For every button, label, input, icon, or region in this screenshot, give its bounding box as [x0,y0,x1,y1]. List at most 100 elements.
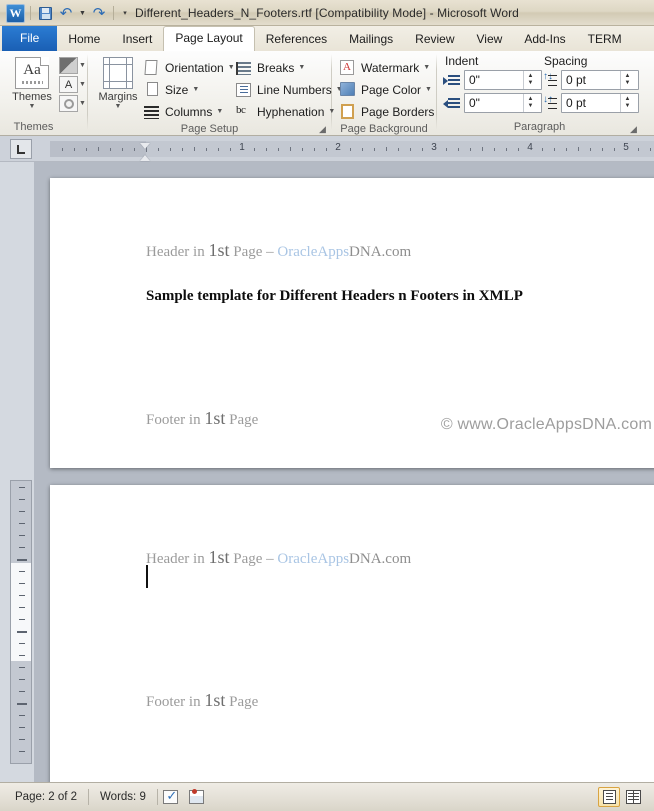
page-2-header[interactable]: Header in 1st Page – OracleAppsDNA.com [146,547,411,568]
spell-check-button[interactable] [158,787,184,807]
page-1-footer[interactable]: Footer in 1st Page [146,408,258,429]
header-prefix-text: Header in [146,551,209,567]
tab-stop-selector[interactable] [10,139,32,159]
vertical-ruler-tick [19,523,25,524]
orientation-button[interactable]: Orientation ▼ [142,57,235,78]
page-corner [40,57,49,66]
indent-right-spin-buttons[interactable]: ▲ ▼ [523,94,537,112]
spacing-before-input[interactable] [562,71,620,89]
indent-right-input[interactable] [465,94,523,112]
theme-effects-button[interactable]: ▼ [59,95,86,112]
indent-section: Indent ▲▼ [443,53,542,116]
save-button[interactable] [36,4,54,22]
vertical-ruler[interactable] [10,480,32,764]
spacing-after-input[interactable] [562,94,620,112]
paragraph-dialog-launcher[interactable]: ◢ [628,124,639,135]
page-setup-dialog-launcher[interactable]: ◢ [317,124,328,135]
hanging-indent-marker[interactable] [140,155,150,161]
ruler-number-label: 4 [527,142,533,153]
page-1[interactable]: Header in 1st Page – OracleAppsDNA.com S… [50,178,654,468]
tab-review[interactable]: Review [404,28,465,51]
page-borders-button[interactable]: Page Borders [338,101,438,122]
themes-button[interactable]: Aa Themes ▼ [6,55,58,110]
indent-right-stepper[interactable]: ▲▼ [464,93,542,113]
vertical-ruler-tick [19,571,25,572]
tab-mailings[interactable]: Mailings [338,28,404,51]
page-borders-icon [340,103,357,120]
header-brand-gray-text: DNA.com [349,551,412,567]
size-button[interactable]: Size ▼ [142,79,234,100]
tab-insert[interactable]: Insert [111,28,163,51]
indent-left-stepper[interactable]: ▲▼ [464,70,542,90]
ruler-bar: 1 2 3 4 5 [0,136,654,162]
ruler-minor-tick [506,148,507,151]
tab-view[interactable]: View [466,28,514,51]
theme-colors-button[interactable]: ▼ [59,57,86,74]
tab-file[interactable]: File [2,26,58,51]
customize-qat-button[interactable]: ▾ [119,4,131,22]
vertical-ruler-tick [19,667,25,668]
theme-fonts-button[interactable]: A ▼ [59,76,86,93]
orientation-label: Orientation [165,60,224,75]
ruler-minor-tick [170,148,171,151]
spacing-before-spin-buttons[interactable]: ▲ ▼ [620,71,634,89]
spacing-before-stepper[interactable]: ▲▼ [561,70,639,90]
tab-add-ins[interactable]: Add-Ins [513,28,576,51]
theme-side-buttons: ▼ A ▼ ▼ [57,51,87,136]
page-color-button[interactable]: Page Color ▼ [338,79,438,100]
proofing-language-button[interactable] [184,787,210,807]
spell-check-icon [163,788,179,804]
page-1-header[interactable]: Header in 1st Page – OracleAppsDNA.com [146,240,411,261]
chevron-down-icon: ▼ [79,62,86,69]
reading-view-icon [625,790,641,804]
redo-button[interactable]: ↷ [90,4,108,22]
full-screen-reading-view-button[interactable] [622,787,644,807]
ruler-minor-tick [182,148,183,151]
page-indicator[interactable]: Page: 2 of 2 [4,787,88,807]
tab-term[interactable]: TERM [577,28,633,51]
vertical-ruler-tick [19,727,25,728]
columns-button[interactable]: Columns ▼ [142,101,234,122]
breaks-button[interactable]: Breaks ▼ [234,57,326,78]
word-count[interactable]: Words: 9 [89,787,157,807]
chevron-down-icon: ▼ [216,108,224,115]
horizontal-ruler[interactable]: 1 2 3 4 5 [50,141,654,161]
ruler-minor-tick [410,148,411,151]
spacing-after-spin-buttons[interactable]: ▲ ▼ [620,94,634,112]
ruler-minor-tick [446,148,447,151]
footer-ordinal-text: 1st [204,690,226,710]
margins-button[interactable]: Margins ▼ [94,55,142,110]
page-2-footer[interactable]: Footer in 1st Page [146,690,258,711]
ruler-minor-tick [230,148,231,151]
print-layout-view-button[interactable] [598,787,620,807]
footer-ordinal-text: 1st [204,408,226,428]
page-2[interactable]: Header in 1st Page – OracleAppsDNA.com F… [50,485,654,782]
indent-left-spin-buttons[interactable]: ▲ ▼ [523,71,537,89]
first-line-indent-marker[interactable] [140,143,150,149]
header-middle-text: Page – [229,551,278,567]
vertical-ruler-area [10,162,32,782]
chevron-down-icon: ▼ [423,64,431,71]
word-icon[interactable]: W [6,3,25,23]
indent-right-icon [443,96,460,110]
page-1-body-text[interactable]: Sample template for Different Headers n … [146,288,523,305]
tab-page-layout[interactable]: Page Layout [163,26,255,51]
proofing-language-icon [189,789,205,804]
watermark-button[interactable]: A Watermark ▼ [338,57,438,78]
vertical-ruler-tick [19,715,25,716]
vertical-ruler-tick [19,499,25,500]
line-numbers-button[interactable]: Line Numbers ▼ [234,79,343,100]
document-canvas[interactable]: Header in 1st Page – OracleAppsDNA.com S… [34,162,654,782]
undo-button[interactable]: ↶ [57,4,75,22]
undo-dropdown-button[interactable]: ▼ [78,4,87,22]
tab-references[interactable]: References [255,28,338,51]
vertical-ruler-tick [19,739,25,740]
spacing-after-stepper[interactable]: ▲▼ [561,93,639,113]
chevron-down-icon: ▼ [79,9,86,17]
ruler-minor-tick [542,148,543,151]
tab-home[interactable]: Home [57,28,111,51]
hyphenation-button[interactable]: bc Hyphenation ▼ [234,101,335,122]
indent-left-input[interactable] [465,71,523,89]
ruler-minor-tick [566,148,567,151]
footer-prefix-text: Footer in [146,412,205,428]
